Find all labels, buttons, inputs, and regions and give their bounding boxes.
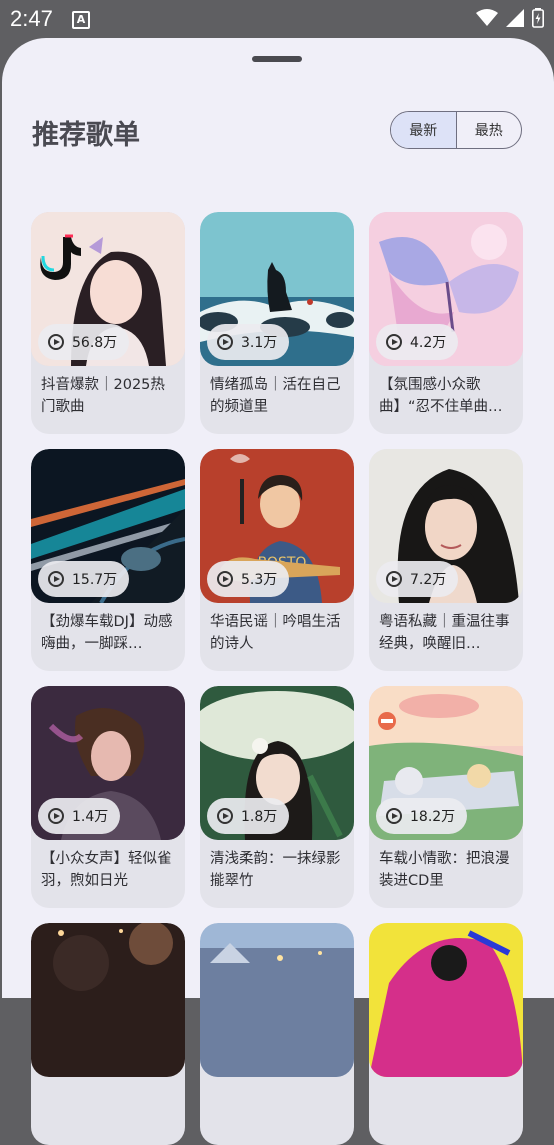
play-icon (386, 334, 402, 350)
playlist-title: 清浅柔韵：一抹绿影㨢翠竹 (210, 851, 341, 889)
playlist-title: 【氛围感小众歌曲】“忍不住单曲… (379, 377, 503, 415)
playlist-card[interactable] (31, 923, 185, 1145)
page-title: 推荐歌单 (32, 120, 140, 151)
playlist-title: 情绪孤岛｜活在自己的频道里 (210, 377, 341, 415)
play-count: 4.2万 (410, 335, 447, 351)
notification-a-icon: A (72, 11, 90, 29)
playlist-cover (369, 923, 523, 1077)
bottom-sheet: 推荐歌单 最新 最热 56.8万 抖音爆款｜2025热门歌曲 3.1万 情绪孤岛… (2, 38, 554, 1145)
play-icon (386, 571, 402, 587)
battery-icon (532, 8, 544, 28)
signal-icon (506, 9, 524, 27)
play-count-badge: 56.8万 (38, 324, 130, 360)
play-count-badge: 3.1万 (207, 324, 290, 360)
playlist-title: 抖音爆款｜2025热门歌曲 (41, 377, 165, 415)
playlist-card[interactable]: 4.2万 【氛围感小众歌曲】“忍不住单曲… (369, 212, 523, 434)
playlist-card[interactable]: 3.1万 情绪孤岛｜活在自己的频道里 (200, 212, 354, 434)
playlist-card[interactable]: 15.7万 【劲爆车载DJ】动感嗨曲，一脚踩… (31, 449, 185, 671)
play-count: 7.2万 (410, 572, 447, 588)
play-icon (386, 808, 402, 824)
play-count: 3.1万 (241, 335, 278, 351)
playlist-title: 【劲爆车载DJ】动感嗨曲，一脚踩… (41, 614, 173, 652)
play-icon (48, 808, 64, 824)
play-icon (48, 334, 64, 350)
play-count-badge: 5.3万 (207, 561, 290, 597)
status-bar: 2:47 A (0, 0, 554, 38)
wifi-icon (476, 9, 498, 26)
play-count: 1.8万 (241, 809, 278, 825)
play-icon (48, 571, 64, 587)
playlist-card[interactable] (200, 923, 354, 1145)
playlist-cover (31, 923, 185, 1077)
play-count: 15.7万 (72, 572, 118, 588)
play-count-badge: 7.2万 (376, 561, 459, 597)
playlist-card[interactable]: 1.4万 【小众女声】轻似雀羽，煦如日光 (31, 686, 185, 908)
play-count-badge: 15.7万 (38, 561, 130, 597)
playlist-card[interactable]: 7.2万 粤语私藏｜重温往事经典，唤醒旧… (369, 449, 523, 671)
play-count-badge: 4.2万 (376, 324, 459, 360)
play-count: 1.4万 (72, 809, 109, 825)
play-count-badge: 1.4万 (38, 798, 121, 834)
drag-handle[interactable] (252, 56, 302, 62)
play-count-badge: 1.8万 (207, 798, 290, 834)
status-icons (476, 8, 544, 28)
playlist-cover (200, 923, 354, 1077)
play-icon (217, 571, 233, 587)
playlist-card[interactable]: 18.2万 车载小情歌：把浪漫装进CD里 (369, 686, 523, 908)
play-count: 56.8万 (72, 335, 118, 351)
playlist-title: 粤语私藏｜重温往事经典，唤醒旧… (379, 614, 510, 652)
play-count-badge: 18.2万 (376, 798, 468, 834)
playlist-title: 车载小情歌：把浪漫装进CD里 (379, 851, 510, 889)
play-count: 18.2万 (410, 809, 456, 825)
playlist-title: 【小众女声】轻似雀羽，煦如日光 (41, 851, 172, 889)
playlist-card[interactable]: BOSTO 5.3万 华语民谣｜吟唱生活的诗人 (200, 449, 354, 671)
tab-hottest[interactable]: 最热 (455, 112, 522, 148)
status-time: 2:47 (10, 6, 53, 31)
playlist-card[interactable]: 1.8万 清浅柔韵：一抹绿影㨢翠竹 (200, 686, 354, 908)
play-icon (217, 808, 233, 824)
playlist-title: 华语民谣｜吟唱生活的诗人 (210, 614, 341, 652)
play-icon (217, 334, 233, 350)
tab-latest[interactable]: 最新 (391, 112, 456, 148)
sort-toggle[interactable]: 最新 最热 (390, 111, 522, 149)
playlist-card[interactable] (369, 923, 523, 1145)
playlist-card[interactable]: 56.8万 抖音爆款｜2025热门歌曲 (31, 212, 185, 434)
play-count: 5.3万 (241, 572, 278, 588)
